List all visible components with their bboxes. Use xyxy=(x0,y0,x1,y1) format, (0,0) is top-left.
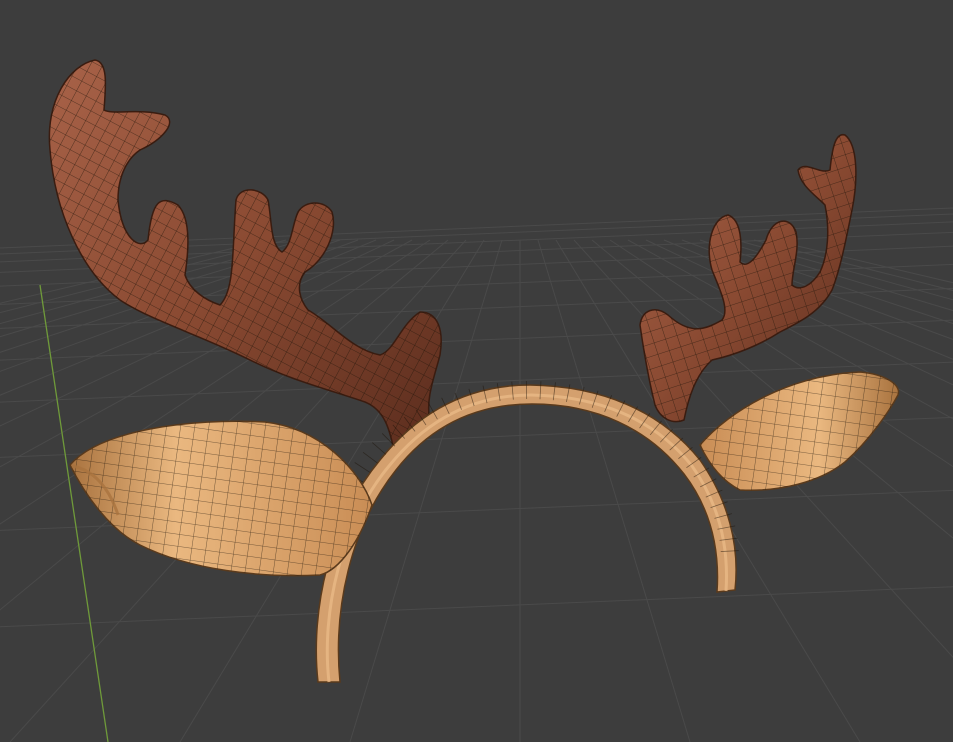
headband[interactable] xyxy=(315,381,739,683)
viewport-canvas[interactable] xyxy=(0,0,953,742)
3d-viewport[interactable] xyxy=(0,0,953,742)
y-axis-line xyxy=(39,284,109,742)
antler-left[interactable] xyxy=(48,59,442,456)
wireframe-edge xyxy=(362,451,378,464)
grid-line xyxy=(681,239,953,340)
ear-left[interactable] xyxy=(69,420,373,577)
ear-right[interactable] xyxy=(699,371,900,491)
grid-line xyxy=(0,586,953,628)
wireframe-edge xyxy=(372,442,387,455)
wireframe-edge xyxy=(354,462,371,473)
